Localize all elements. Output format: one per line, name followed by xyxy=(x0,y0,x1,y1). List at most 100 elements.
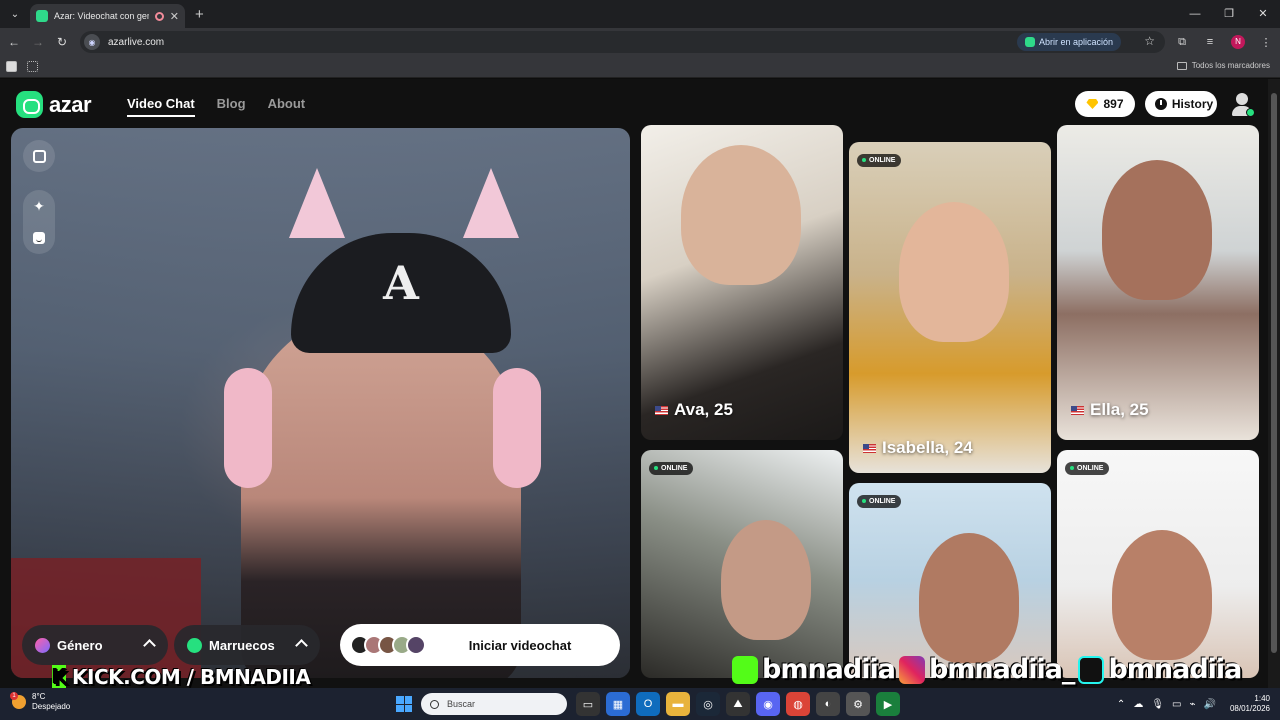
history-button[interactable]: History xyxy=(1145,91,1217,117)
browser-tab[interactable]: Azar: Videochat con gente ✕ xyxy=(30,4,185,28)
play-app-icon[interactable]: ▶ xyxy=(876,692,900,716)
extensions-icon[interactable]: ⧉ xyxy=(1168,36,1196,49)
kick-logo-icon: K xyxy=(52,665,68,689)
minimize-icon[interactable]: — xyxy=(1178,0,1212,28)
steam-icon[interactable]: ◎ xyxy=(696,692,720,716)
browser-menu-icon[interactable]: ⋮ xyxy=(1252,36,1280,49)
effects-button[interactable]: ✦ xyxy=(23,190,55,222)
profile-card[interactable]: Ava, 25 xyxy=(641,125,843,440)
azar-favicon-icon xyxy=(36,10,48,22)
reload-icon[interactable]: ↻ xyxy=(50,35,74,49)
profile-avatar[interactable]: N xyxy=(1231,35,1245,49)
temperature: 8°C xyxy=(32,692,46,701)
obs-icon[interactable]: ◐ xyxy=(816,692,840,716)
gems-button[interactable]: 897 xyxy=(1075,91,1135,117)
expand-button[interactable] xyxy=(23,140,55,172)
apps-grid-icon[interactable] xyxy=(27,61,38,72)
chrome-icon[interactable]: ◍ xyxy=(786,692,810,716)
headphone-left xyxy=(224,368,272,488)
weather-widget[interactable]: 1 8°C Despejado xyxy=(10,692,71,712)
settings-gear-icon[interactable]: ⚙ xyxy=(846,692,870,716)
azar-logo[interactable]: azar xyxy=(16,91,92,118)
clock-date: 08/01/2026 xyxy=(1229,704,1270,713)
filters-button[interactable] xyxy=(23,222,55,254)
nav-blog[interactable]: Blog xyxy=(217,96,246,117)
outlook-icon[interactable]: O xyxy=(636,692,660,716)
system-clock[interactable]: 1:40 08/01/2026 xyxy=(1230,694,1270,714)
weather-text: Despejado xyxy=(32,702,71,711)
cap-letter: A xyxy=(383,256,419,310)
back-icon[interactable]: ← xyxy=(2,35,26,49)
tab-title: Azar: Videochat con gente xyxy=(54,11,149,21)
handle-kick: bmnadiia xyxy=(762,654,896,685)
start-videochat-label: Iniciar videochat xyxy=(468,637,572,653)
site-info-icon[interactable]: ◉ xyxy=(84,34,100,50)
tab-close-icon[interactable]: ✕ xyxy=(170,10,179,23)
task-view-icon[interactable]: ▭ xyxy=(576,692,600,716)
profile-name-text: Isabella, 24 xyxy=(882,438,973,457)
profile-photo xyxy=(681,145,801,285)
omnibox[interactable]: ◉ azarlive.com Abrir en aplicación ☆ xyxy=(80,31,1165,53)
close-window-icon[interactable]: ✕ xyxy=(1246,0,1280,28)
tray-chevron-up-icon[interactable]: ⌃ xyxy=(1117,699,1125,710)
profile-card[interactable]: ONLINE xyxy=(641,450,843,678)
store-icon[interactable]: ▦ xyxy=(606,692,630,716)
avatar xyxy=(406,635,426,655)
kick-watermark: K KICK.COM / BMNADIIA xyxy=(52,665,311,689)
browser-tools: ⧉ ≡ N ⋮ xyxy=(1168,28,1280,56)
clock-icon xyxy=(1154,98,1167,110)
profile-card[interactable]: ONLINE xyxy=(849,483,1051,678)
profile-card[interactable]: ONLINE xyxy=(1057,450,1259,678)
effects-tools: ✦ xyxy=(23,190,55,254)
tab-search-chevron-icon[interactable]: ⌄ xyxy=(4,4,26,24)
user-profile-icon[interactable] xyxy=(1230,91,1255,117)
social-watermark: bmnadiia bmnadiia_ bmnadiia xyxy=(732,654,1242,685)
history-label: History xyxy=(1171,97,1214,111)
bookmarks-bar: Todos los marcadores xyxy=(0,56,1280,78)
page-scrollbar[interactable] xyxy=(1268,79,1280,688)
all-bookmarks[interactable]: Todos los marcadores xyxy=(1176,61,1270,70)
expand-tool xyxy=(23,140,55,172)
system-tray: ⌃ ☁ 🎙 ▭ ⌁ 🔊 1:40 08/01/2026 xyxy=(1117,688,1270,720)
country-label: Marruecos xyxy=(209,637,275,653)
start-menu-icon[interactable] xyxy=(396,696,412,712)
media-control-icon[interactable]: ≡ xyxy=(1196,36,1224,48)
search-placeholder: Buscar xyxy=(447,699,476,709)
country-filter-button[interactable]: Marruecos xyxy=(174,625,320,665)
discord-icon[interactable]: ◉ xyxy=(756,692,780,716)
file-explorer-icon[interactable]: ▬ xyxy=(666,692,690,716)
streamer xyxy=(241,308,521,678)
camera-preview: A ✦ xyxy=(11,128,630,678)
online-badge: ONLINE xyxy=(857,154,902,167)
mic-icon[interactable]: 🎙 xyxy=(1151,699,1164,710)
us-flag-icon xyxy=(1071,405,1084,415)
bookmark-star-icon[interactable]: ☆ xyxy=(1144,34,1155,48)
azar-logo-icon xyxy=(16,91,43,118)
volume-icon[interactable]: 🔊 xyxy=(1204,699,1216,710)
profile-card[interactable]: Ella, 25 xyxy=(1057,125,1259,440)
cloud-icon[interactable]: ☁ xyxy=(1133,699,1143,710)
new-tab-icon[interactable]: + xyxy=(195,6,204,23)
start-videochat-button[interactable]: Iniciar videochat xyxy=(340,624,620,666)
display-icon[interactable]: ▭ xyxy=(1172,699,1181,710)
nav-about[interactable]: About xyxy=(268,96,306,117)
gender-filter-button[interactable]: Género xyxy=(22,625,168,665)
cat-ear-right xyxy=(463,168,519,238)
network-icon[interactable]: ⌁ xyxy=(1189,699,1195,710)
taskbar-search[interactable]: Buscar xyxy=(421,693,567,715)
search-icon xyxy=(430,699,439,709)
kick-icon xyxy=(732,655,758,684)
avatar-stack xyxy=(350,635,426,655)
profile-photo xyxy=(919,533,1019,663)
maximize-icon[interactable]: ❐ xyxy=(1212,0,1246,28)
profile-card[interactable]: ONLINE Isabella, 24 xyxy=(849,142,1051,473)
cat-ear-left xyxy=(289,168,345,238)
forward-icon[interactable]: → xyxy=(26,35,50,49)
chevron-up-icon xyxy=(295,639,308,652)
bookmark-page-icon[interactable] xyxy=(6,61,17,72)
open-in-app-button[interactable]: Abrir en aplicación xyxy=(1016,33,1121,51)
nav-video-chat[interactable]: Video Chat xyxy=(127,96,195,117)
handle-tiktok: bmnadiia xyxy=(1108,654,1242,685)
media-app-icon[interactable]: ⛰ xyxy=(726,692,750,716)
scrollbar-thumb[interactable] xyxy=(1271,93,1277,653)
